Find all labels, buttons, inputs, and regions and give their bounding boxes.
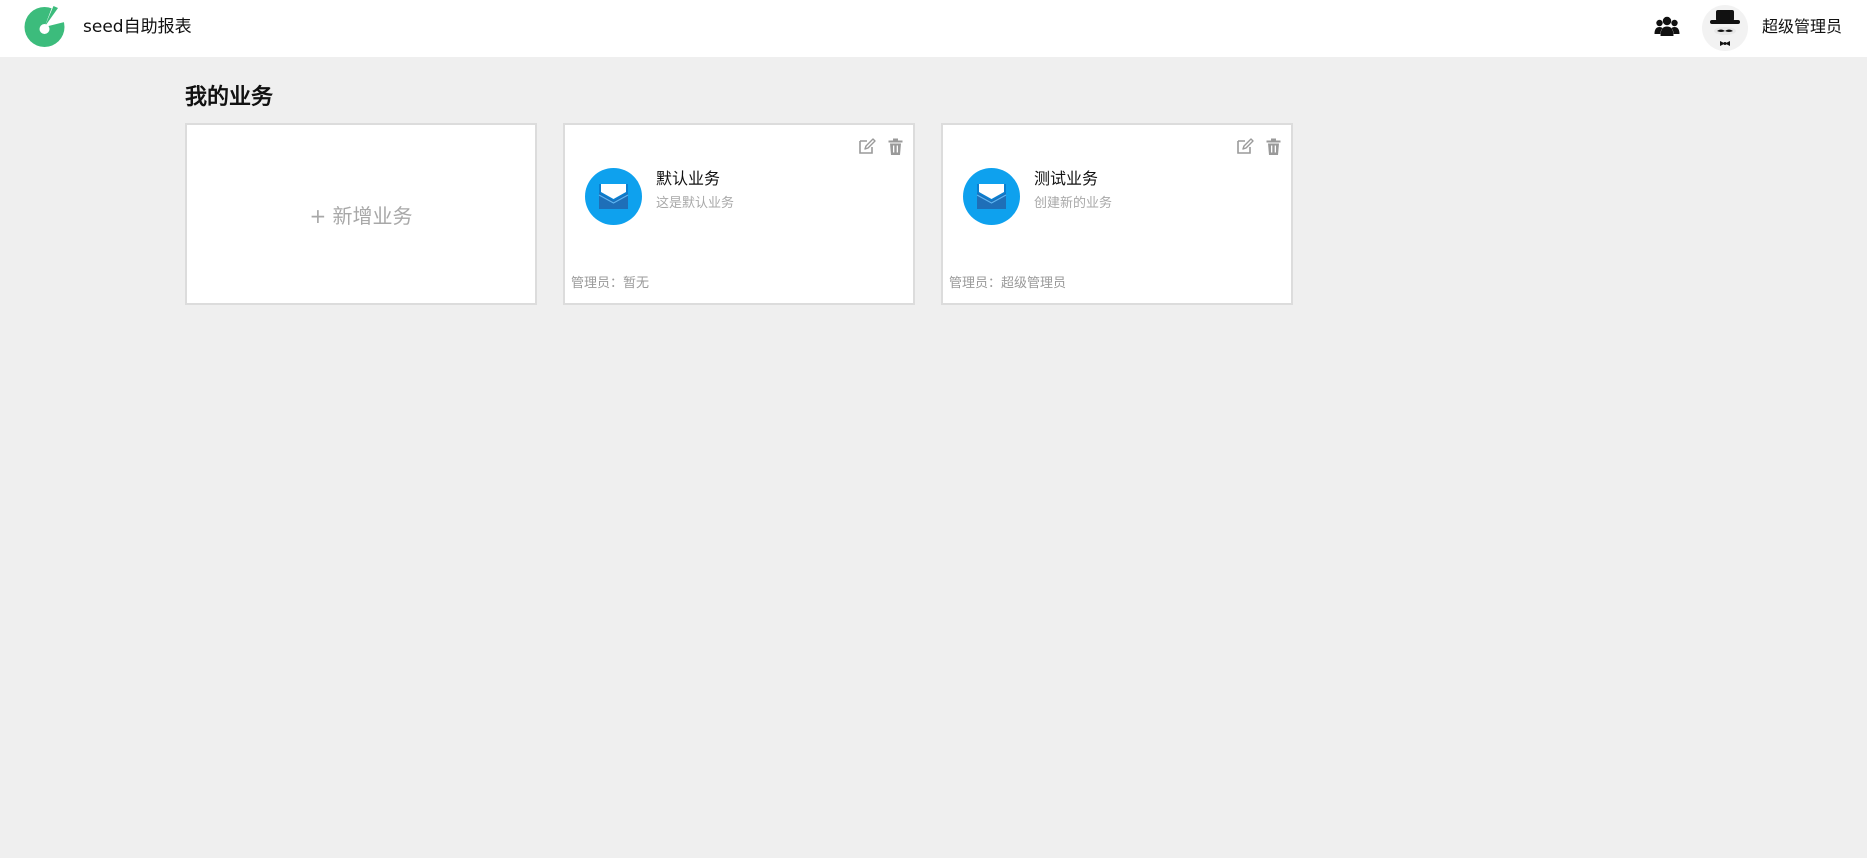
top-header: seed自助报表 超级管理员 (0, 0, 1867, 57)
edit-icon[interactable] (1235, 137, 1254, 156)
card-actions (857, 137, 905, 156)
business-card[interactable]: 测试业务 创建新的业务 管理员：超级管理员 (941, 123, 1293, 305)
business-description: 这是默认业务 (656, 196, 735, 211)
business-icon (963, 168, 1020, 225)
business-card[interactable]: 默认业务 这是默认业务 管理员：暂无 (563, 123, 915, 305)
app-title[interactable]: seed自助报表 (83, 16, 192, 38)
business-name[interactable]: 默认业务 (656, 168, 720, 190)
top-hat-avatar-icon (1710, 10, 1740, 46)
add-business-card[interactable]: + 新增业务 (185, 123, 537, 305)
business-description: 创建新的业务 (1034, 196, 1113, 211)
trash-icon[interactable] (886, 137, 905, 156)
business-admin: 管理员：超级管理员 (949, 276, 1067, 291)
team-users-icon[interactable] (1654, 14, 1680, 38)
user-name[interactable]: 超级管理员 (1762, 16, 1842, 38)
pie-chart-logo-icon[interactable] (24, 6, 65, 47)
add-business-label[interactable]: + 新增业务 (187, 203, 535, 229)
page-title: 我的业务 (185, 85, 274, 110)
business-name[interactable]: 测试业务 (1034, 168, 1098, 190)
mail-icon (598, 184, 629, 209)
user-avatar[interactable] (1702, 5, 1748, 51)
business-admin: 管理员：暂无 (571, 276, 650, 291)
edit-icon[interactable] (857, 137, 876, 156)
mail-icon (976, 184, 1007, 209)
business-icon (585, 168, 642, 225)
trash-icon[interactable] (1264, 137, 1283, 156)
card-actions (1235, 137, 1283, 156)
